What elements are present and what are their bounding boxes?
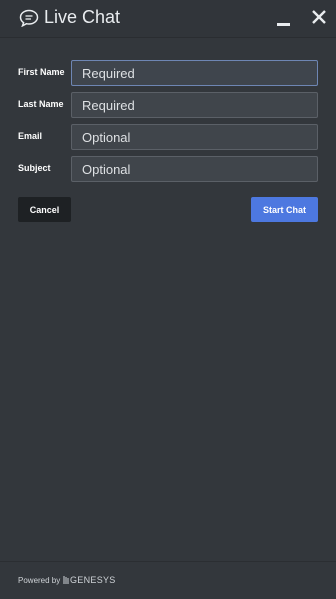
minimize-button[interactable] xyxy=(276,10,292,26)
last-name-label: Last Name xyxy=(18,99,64,109)
subject-row: Subject xyxy=(0,156,336,182)
email-label: Email xyxy=(18,131,43,141)
close-button[interactable] xyxy=(311,9,327,25)
first-name-input[interactable] xyxy=(71,60,318,86)
subject-input[interactable] xyxy=(71,156,318,182)
email-input[interactable] xyxy=(71,124,318,150)
last-name-input[interactable] xyxy=(71,92,318,118)
genesys-brand[interactable]: GENESYS xyxy=(70,575,116,585)
cancel-button[interactable]: Cancel xyxy=(18,197,71,222)
last-name-row: Last Name xyxy=(0,92,336,118)
genesys-logo-icon xyxy=(63,576,69,584)
powered-by-text: Powered by xyxy=(18,576,61,585)
subject-label: Subject xyxy=(18,163,51,173)
chat-bubble-icon xyxy=(19,9,39,27)
minimize-icon xyxy=(277,23,290,26)
email-row: Email xyxy=(0,124,336,150)
footer: Powered by GENESYS xyxy=(0,561,336,599)
close-icon xyxy=(312,10,326,24)
first-name-label: First Name xyxy=(18,67,65,77)
start-chat-button[interactable]: Start Chat xyxy=(251,197,318,222)
chat-header: Live Chat xyxy=(0,0,336,38)
window-title: Live Chat xyxy=(44,7,121,27)
first-name-row: First Name xyxy=(0,60,336,86)
